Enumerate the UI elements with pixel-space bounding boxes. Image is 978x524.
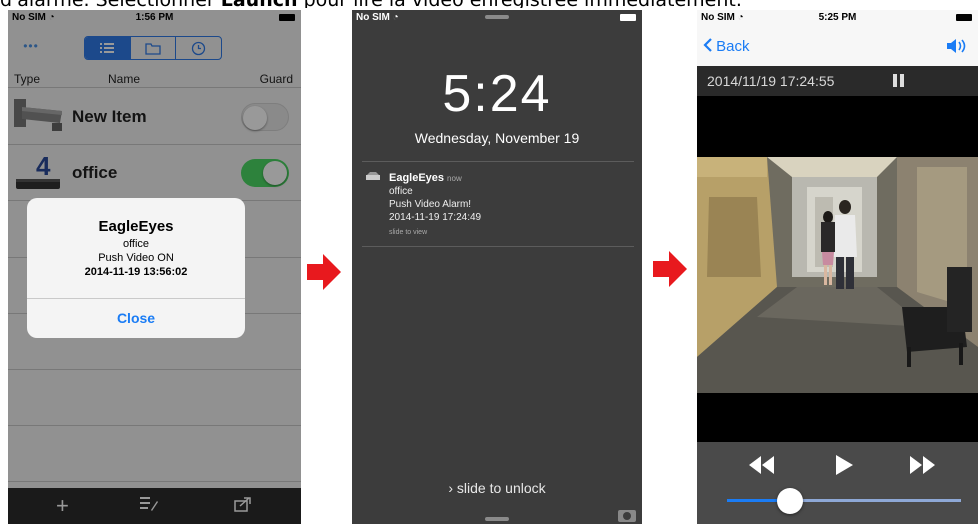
timestamp-bar: 2014/11/19 17:24:55 — [697, 66, 978, 96]
status-bar: No SIM ◔ 5:25 PM — [697, 10, 978, 26]
control-center-handle[interactable] — [485, 517, 509, 521]
seek-thumb[interactable] — [777, 488, 804, 514]
lock-clock: 5:24 — [442, 65, 552, 123]
notification-message: Push Video Alarm! — [389, 199, 472, 210]
alert-message: Push Video ON — [98, 252, 174, 264]
back-button[interactable]: Back — [703, 38, 750, 55]
alert-timestamp: 2014-11-19 13:56:02 — [84, 266, 188, 278]
notification-timestamp: 2014-11-19 17:24:49 — [389, 212, 482, 223]
close-button[interactable]: Close — [27, 299, 245, 338]
notification-app-name: EagleEyes now — [389, 172, 462, 184]
arrow-right-icon — [653, 251, 687, 287]
slide-to-unlock[interactable]: › slide to unlock — [352, 480, 642, 496]
rewind-icon[interactable] — [747, 454, 775, 476]
speaker-icon[interactable] — [946, 38, 968, 54]
phone-app-screen: No SIM ◔ 1:56 PM ••• Type Name Guard New… — [8, 10, 301, 524]
camera-icon[interactable] — [618, 510, 636, 522]
phone-lock-screen: No SIM ◔ 5:24 Wednesday, November 19 Eag… — [352, 10, 642, 524]
notification-center-handle[interactable] — [485, 15, 509, 19]
fast-forward-icon[interactable] — [909, 454, 937, 476]
battery-icon — [620, 14, 636, 21]
notification-device: office — [389, 186, 413, 197]
carrier-label: No SIM ◔ — [356, 12, 399, 23]
clock-label: 5:25 PM — [818, 12, 857, 23]
alert-dialog: EagleEyes office Push Video ON 2014-11-1… — [27, 198, 245, 338]
phone-video-player: No SIM ◔ 5:25 PM Back 2014/11/19 17:24:5… — [697, 10, 978, 524]
video-frame — [697, 157, 978, 393]
play-icon[interactable] — [833, 454, 855, 476]
lock-date: Wednesday, November 19 — [414, 130, 580, 146]
battery-icon — [956, 14, 972, 21]
chevron-left-icon — [703, 38, 712, 52]
pause-icon[interactable] — [893, 74, 905, 87]
navigation-bar: No SIM ◔ 5:25 PM Back — [697, 10, 978, 66]
eagleeyes-app-icon — [366, 172, 380, 180]
arrow-right-icon — [307, 254, 341, 290]
alert-device: office — [122, 238, 150, 250]
alert-title: EagleEyes — [98, 218, 174, 235]
caption-text: d'alarme. Sélectionner Launch pour lire … — [0, 0, 978, 8]
notification-hint: slide to view — [389, 229, 428, 236]
video-timestamp: 2014/11/19 17:24:55 — [707, 73, 835, 89]
playback-controls — [697, 442, 978, 524]
